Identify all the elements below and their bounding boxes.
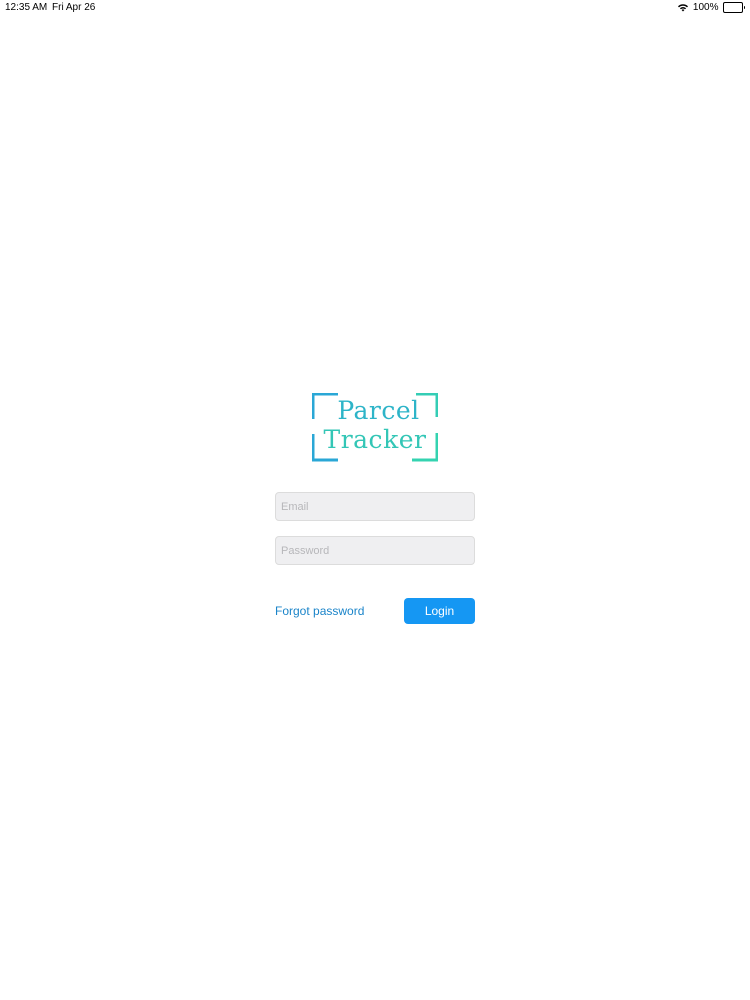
password-field[interactable] — [275, 536, 475, 565]
status-bar: 12:35 AM Fri Apr 26 100% — [0, 0, 750, 16]
parcel-tracker-logo: Parcel Tracker — [312, 393, 438, 462]
logo-text-parcel: Parcel — [337, 396, 420, 425]
forgot-password-link[interactable]: Forgot password — [275, 604, 364, 618]
wifi-icon — [677, 3, 689, 12]
status-time: 12:35 AM — [5, 2, 48, 13]
status-date: Fri Apr 26 — [52, 2, 96, 13]
login-button[interactable]: Login — [404, 598, 475, 624]
email-field[interactable] — [275, 492, 475, 521]
battery-icon — [722, 2, 745, 13]
status-indicators: 100% — [677, 2, 745, 13]
logo-text-tracker: Tracker — [323, 425, 427, 454]
battery-percent: 100% — [692, 2, 719, 13]
